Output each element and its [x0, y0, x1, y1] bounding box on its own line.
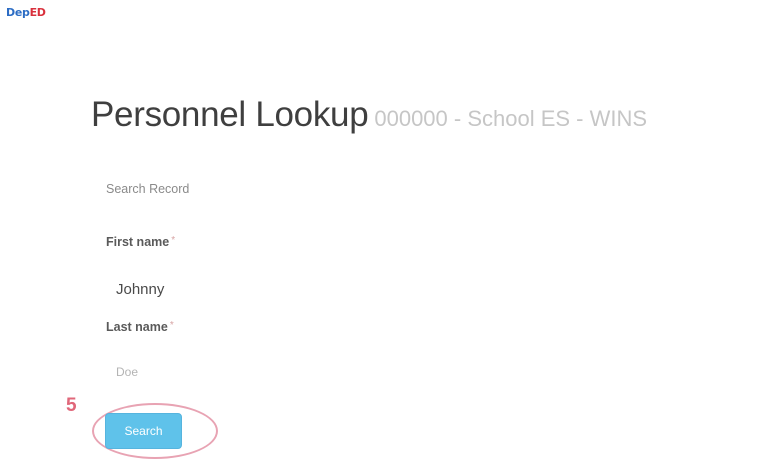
page-title-main: Personnel Lookup [91, 95, 369, 134]
logo-ed-text: ED [29, 6, 46, 19]
last-name-label-text: Last name [106, 320, 168, 334]
search-button[interactable]: Search [105, 413, 182, 449]
required-mark: * [171, 235, 176, 246]
section-label: Search Record [106, 182, 190, 196]
last-name-input[interactable] [104, 359, 316, 385]
personnel-lookup-page: DepED Personnel Lookup 000000 - School ES… [0, 0, 780, 465]
page-title: Personnel Lookup 000000 - School ES - WIN… [91, 95, 647, 135]
page-title-school: 000000 - School ES - WINS [374, 106, 648, 131]
deped-logo[interactable]: DepED [6, 6, 46, 19]
step-number-annotation: 5 [66, 395, 77, 416]
last-name-label: Last name * [106, 320, 174, 334]
required-mark: * [169, 320, 174, 331]
first-name-input[interactable] [104, 276, 316, 302]
first-name-label: First name * [106, 235, 175, 249]
logo-dep-text: Dep [6, 6, 30, 19]
first-name-label-text: First name [106, 235, 170, 249]
